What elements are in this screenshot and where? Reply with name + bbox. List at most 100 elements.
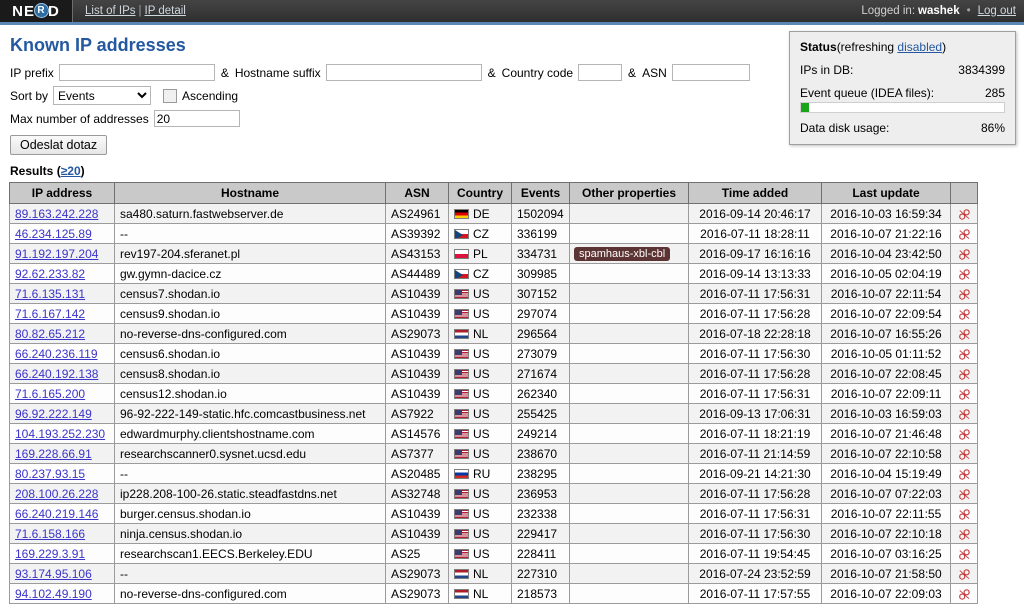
- ip-address-link[interactable]: 89.163.242.228: [15, 207, 98, 221]
- cell-action[interactable]: [950, 343, 978, 364]
- cell-action[interactable]: [950, 283, 978, 304]
- unlink-icon[interactable]: [958, 586, 971, 600]
- ip-address-link[interactable]: 169.229.3.91: [15, 547, 85, 561]
- unlink-icon[interactable]: [958, 506, 971, 520]
- cell-action[interactable]: [950, 443, 978, 464]
- cell-action[interactable]: [950, 503, 978, 524]
- ascending-checkbox[interactable]: [163, 88, 178, 103]
- ip-address-link[interactable]: 104.193.252.230: [15, 427, 105, 441]
- ip-address-link[interactable]: 94.102.49.190: [15, 587, 92, 601]
- logout-link[interactable]: Log out: [978, 5, 1016, 17]
- ips-in-db-value: 3834399: [958, 63, 1005, 77]
- cell-action[interactable]: [950, 423, 978, 444]
- ip-address-link[interactable]: 80.82.65.212: [15, 327, 85, 341]
- submit-query-button[interactable]: Odeslat dotaz: [10, 135, 108, 155]
- cell-action[interactable]: [950, 303, 978, 324]
- max-addresses-input[interactable]: [153, 110, 240, 127]
- login-status: Logged in: washek • Log out: [861, 0, 1016, 22]
- cell-action[interactable]: [950, 243, 978, 264]
- unlink-icon[interactable]: [958, 546, 971, 560]
- cell-events: 262340: [511, 383, 570, 404]
- ip-address-link[interactable]: 71.6.135.131: [15, 287, 85, 301]
- ip-address-link[interactable]: 208.100.26.228: [15, 487, 98, 501]
- ip-address-link[interactable]: 66.240.236.119: [15, 347, 98, 361]
- unlink-icon[interactable]: [958, 466, 971, 480]
- unlink-icon[interactable]: [958, 226, 971, 240]
- ip-address-link[interactable]: 91.192.197.204: [15, 247, 98, 261]
- col-header-last-update[interactable]: Last update: [821, 182, 951, 204]
- unlink-icon[interactable]: [958, 406, 971, 420]
- asn-input[interactable]: [671, 64, 750, 81]
- ip-address-link[interactable]: 66.240.192.138: [15, 367, 98, 381]
- ip-address-link[interactable]: 71.6.165.200: [15, 387, 85, 401]
- col-header-ip-address[interactable]: IP address: [9, 182, 115, 204]
- cell-action[interactable]: [950, 223, 978, 244]
- top-navigation-bar: NE R D List of IPs | IP detail Logged in: wa…: [0, 0, 1024, 25]
- ip-address-link[interactable]: 80.237.93.15: [15, 467, 85, 481]
- cell-other-properties: [569, 323, 689, 344]
- sort-by-select[interactable]: Events: [53, 86, 152, 105]
- unlink-icon[interactable]: [958, 426, 971, 440]
- cell-events: 238670: [511, 443, 570, 464]
- nav-link-list-of-ips[interactable]: List of IPs: [85, 5, 136, 17]
- app-logo[interactable]: NE R D: [0, 0, 73, 22]
- col-header-events[interactable]: Events: [511, 182, 570, 204]
- col-header-country[interactable]: Country: [448, 182, 512, 204]
- unlink-icon[interactable]: [958, 366, 971, 380]
- ip-prefix-input[interactable]: [58, 64, 215, 81]
- cell-asn: AS43153: [385, 243, 449, 264]
- status-refreshing-toggle-link[interactable]: disabled: [897, 40, 942, 54]
- cell-action[interactable]: [950, 403, 978, 424]
- country-code-input[interactable]: [578, 64, 623, 81]
- cell-hostname: census9.shodan.io: [114, 303, 386, 324]
- cell-action[interactable]: [950, 563, 978, 584]
- cell-events: 255425: [511, 403, 570, 424]
- unlink-icon[interactable]: [958, 346, 971, 360]
- ip-address-link[interactable]: 71.6.158.166: [15, 527, 85, 541]
- cell-action[interactable]: [950, 583, 978, 604]
- unlink-icon[interactable]: [958, 446, 971, 460]
- col-header-asn[interactable]: ASN: [385, 182, 449, 204]
- hostname-suffix-input[interactable]: [325, 64, 482, 81]
- col-header-time-added[interactable]: Time added: [688, 182, 822, 204]
- col-header-hostname[interactable]: Hostname: [114, 182, 386, 204]
- nav-link-ip-detail[interactable]: IP detail: [145, 5, 186, 17]
- cell-action[interactable]: [950, 463, 978, 484]
- ip-address-link[interactable]: 66.240.219.146: [15, 507, 98, 521]
- ip-address-link[interactable]: 46.234.125.89: [15, 227, 92, 241]
- cell-asn: AS10439: [385, 383, 449, 404]
- table-row: 94.102.49.190 no-reverse-dns-configured.c…: [9, 583, 978, 604]
- form-amp-3: &: [628, 65, 637, 80]
- unlink-icon[interactable]: [958, 326, 971, 340]
- cell-action[interactable]: [950, 483, 978, 504]
- unlink-icon[interactable]: [958, 306, 971, 320]
- flag-cz-icon: [454, 228, 469, 239]
- cell-action[interactable]: [950, 383, 978, 404]
- ip-address-link[interactable]: 93.174.95.106: [15, 567, 92, 581]
- ip-address-link[interactable]: 169.228.66.91: [15, 447, 92, 461]
- cell-action[interactable]: [950, 323, 978, 344]
- results-count-link[interactable]: ≥20: [61, 164, 81, 178]
- cell-events: 336199: [511, 223, 570, 244]
- cell-action[interactable]: [950, 263, 978, 284]
- unlink-icon[interactable]: [958, 566, 971, 580]
- cell-action[interactable]: [950, 203, 978, 224]
- col-header-other-properties[interactable]: Other properties: [569, 182, 689, 204]
- results-heading: Results (≥20): [10, 164, 85, 178]
- unlink-icon[interactable]: [958, 286, 971, 300]
- ip-address-link[interactable]: 96.92.222.149: [15, 407, 92, 421]
- property-tag-badge[interactable]: spamhaus-xbl-cbl: [574, 247, 671, 261]
- cell-action[interactable]: [950, 543, 978, 564]
- unlink-icon[interactable]: [958, 246, 971, 260]
- table-row: 71.6.165.200 census12.shodan.io AS10439 US 2…: [9, 383, 978, 404]
- cell-ip-address: 71.6.165.200: [9, 383, 115, 404]
- unlink-icon[interactable]: [958, 206, 971, 220]
- cell-action[interactable]: [950, 523, 978, 544]
- cell-action[interactable]: [950, 363, 978, 384]
- unlink-icon[interactable]: [958, 266, 971, 280]
- unlink-icon[interactable]: [958, 526, 971, 540]
- unlink-icon[interactable]: [958, 486, 971, 500]
- unlink-icon[interactable]: [958, 386, 971, 400]
- ip-address-link[interactable]: 71.6.167.142: [15, 307, 85, 321]
- ip-address-link[interactable]: 92.62.233.82: [15, 267, 85, 281]
